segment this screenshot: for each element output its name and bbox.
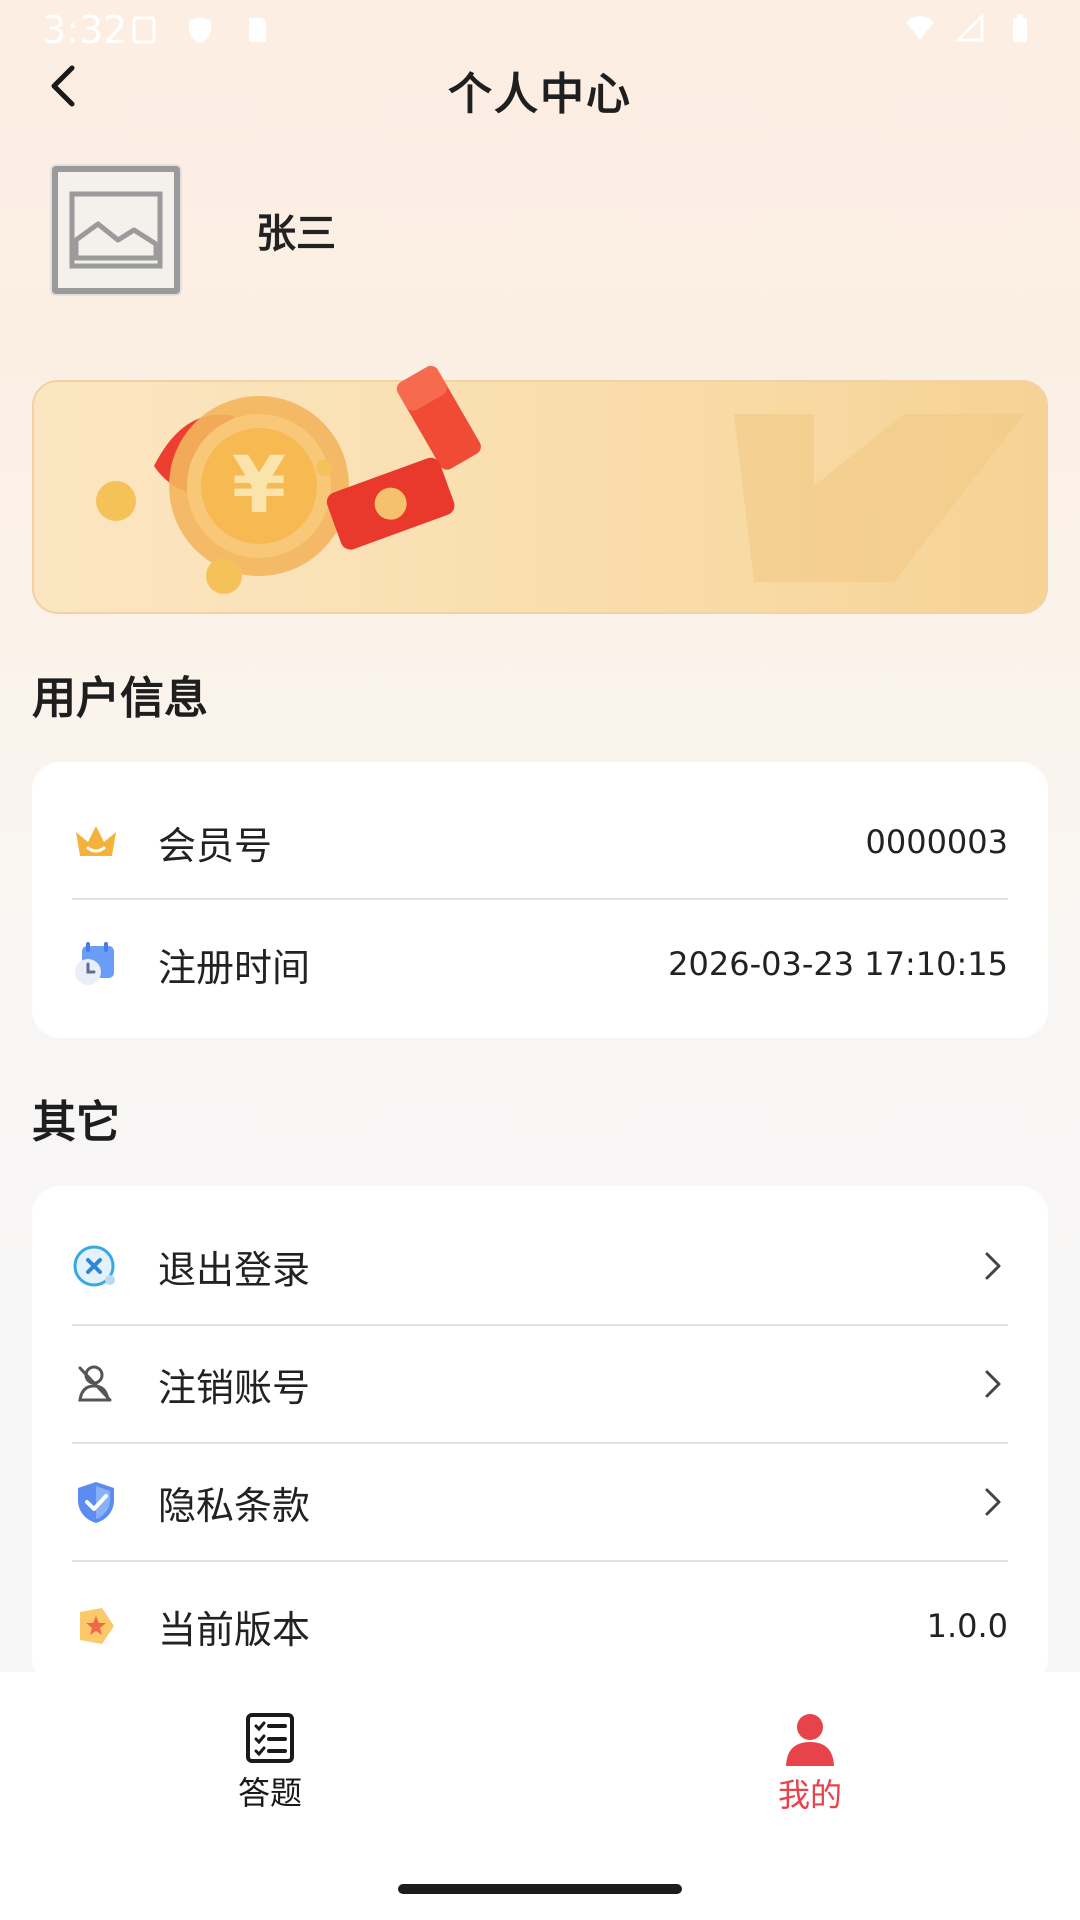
status-time: 3:32 bbox=[42, 8, 128, 52]
privacy-policy-label: 隐私条款 bbox=[158, 1483, 311, 1528]
avatar[interactable] bbox=[52, 166, 180, 294]
shield-icon bbox=[189, 17, 211, 43]
register-time-label: 注册时间 bbox=[158, 945, 311, 990]
section-title-other: 其它 bbox=[32, 1097, 120, 1148]
person-icon bbox=[786, 1714, 834, 1766]
shield-check-icon bbox=[72, 1478, 120, 1526]
chevron-right-icon bbox=[978, 1369, 1008, 1399]
divider bbox=[72, 898, 1008, 900]
crown-icon bbox=[72, 818, 120, 866]
tab-quiz[interactable]: 答题 bbox=[170, 1712, 370, 1822]
section-title-user-info: 用户信息 bbox=[32, 673, 208, 724]
privacy-policy-row[interactable]: 隐私条款 bbox=[72, 1444, 1008, 1560]
chevron-right-icon bbox=[978, 1251, 1008, 1281]
member-number-label: 会员号 bbox=[158, 823, 273, 868]
sd-card-icon bbox=[249, 18, 266, 42]
profile-section: 张三 bbox=[52, 166, 336, 294]
logout-label: 退出登录 bbox=[158, 1247, 311, 1292]
current-version-label: 当前版本 bbox=[158, 1607, 311, 1652]
screenshot-icon bbox=[132, 16, 156, 44]
svg-text:¥: ¥ bbox=[232, 441, 286, 531]
divider bbox=[72, 1560, 1008, 1562]
star-badge-icon bbox=[72, 1602, 120, 1650]
red-envelope-coin-illustration: ¥ bbox=[96, 365, 1024, 594]
deactivate-account-label: 注销账号 bbox=[158, 1365, 311, 1410]
tab-quiz-label: 答题 bbox=[237, 1774, 302, 1812]
signal-icon bbox=[954, 12, 984, 42]
image-placeholder-icon bbox=[69, 191, 163, 269]
wifi-icon bbox=[906, 16, 934, 40]
other-card: 退出登录 注销账号 隐私条款 当前版本 1.0.0 bbox=[32, 1186, 1048, 1686]
bottom-tab-bar: 答题 我的 bbox=[0, 1672, 1080, 1920]
current-version-value: 1.0.0 bbox=[926, 1607, 1008, 1645]
logout-icon bbox=[72, 1242, 120, 1290]
username: 张三 bbox=[256, 211, 336, 257]
tab-mine[interactable]: 我的 bbox=[710, 1712, 910, 1822]
logout-row[interactable]: 退出登录 bbox=[72, 1208, 1008, 1324]
register-time-value: 2026-03-23 17:10:15 bbox=[668, 945, 1008, 983]
chevron-right-icon bbox=[978, 1487, 1008, 1517]
promo-banner[interactable]: ¥ bbox=[32, 365, 1048, 614]
page-title: 个人中心 bbox=[448, 69, 632, 120]
member-number-value: 0000003 bbox=[865, 823, 1008, 861]
current-version-row: 当前版本 1.0.0 bbox=[72, 1568, 1008, 1684]
user-remove-icon bbox=[72, 1360, 120, 1408]
member-number-row: 会员号 0000003 bbox=[72, 784, 1008, 900]
tab-mine-label: 我的 bbox=[777, 1776, 842, 1814]
checklist-icon bbox=[246, 1713, 294, 1763]
deactivate-account-row[interactable]: 注销账号 bbox=[72, 1326, 1008, 1442]
battery-icon bbox=[1013, 14, 1027, 42]
user-info-card: 会员号 0000003 注册时间 2026-03-23 17:10:15 bbox=[32, 762, 1048, 1038]
status-system-icons bbox=[904, 12, 1036, 44]
home-indicator[interactable] bbox=[398, 1884, 682, 1894]
status-notification-icons bbox=[128, 14, 272, 46]
register-time-row: 注册时间 2026-03-23 17:10:15 bbox=[72, 906, 1008, 1022]
calendar-clock-icon bbox=[72, 940, 120, 988]
header: 个人中心 bbox=[0, 50, 1080, 120]
